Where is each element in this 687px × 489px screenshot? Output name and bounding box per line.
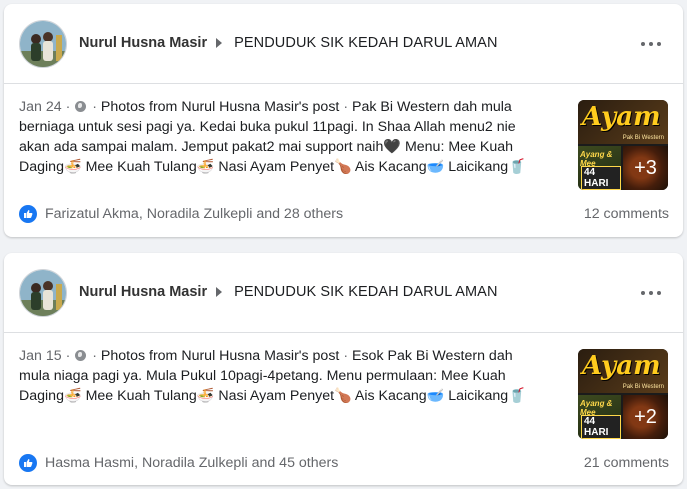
post-card: Nurul Husna Masir PENDUDUK SIK KEDAH DAR… [4, 4, 683, 237]
separator: · [65, 99, 71, 115]
photo-more: +3 [623, 146, 668, 190]
photo-more: +2 [623, 395, 668, 439]
photo-badge-text: 44 HARI [581, 415, 621, 439]
like-icon [19, 205, 37, 223]
post-footer: Hasma Hasmi, Noradila Zulkepli and 45 ot… [19, 451, 669, 475]
more-options-icon[interactable] [641, 34, 661, 54]
photo-secondary: Ayang & Mee 44 HARI [578, 395, 621, 439]
post-header: Nurul Husna Masir PENDUDUK SIK KEDAH DAR… [4, 4, 683, 84]
reactions-summary[interactable]: Hasma Hasmi, Noradila Zulkepli and 45 ot… [19, 454, 338, 472]
photo-tag-text: Pak Bi Western [622, 135, 664, 141]
post-title: Nurul Husna Masir PENDUDUK SIK KEDAH DAR… [79, 35, 498, 51]
reactions-text: Hasma Hasmi, Noradila Zulkepli and 45 ot… [45, 455, 339, 471]
like-icon [19, 454, 37, 472]
comments-count[interactable]: 21 comments [584, 455, 669, 471]
group-name[interactable]: PENDUDUK SIK KEDAH DARUL AMAN [234, 284, 497, 300]
group-name[interactable]: PENDUDUK SIK KEDAH DARUL AMAN [234, 35, 497, 51]
more-options-icon[interactable] [641, 283, 661, 303]
photo-title-text: Ayam [582, 351, 661, 381]
avatar[interactable] [19, 20, 67, 68]
globe-icon [75, 350, 87, 361]
globe-icon [75, 101, 87, 112]
separator: · [65, 348, 71, 364]
post-date[interactable]: Jan 24 [19, 99, 62, 115]
separator: · [92, 348, 97, 364]
post-content[interactable]: Jan 15 · · Photos from Nurul Husna Masir… [19, 346, 534, 406]
post-photo-thumbnail[interactable]: Ayam Pak Bi Western Ayang & Mee 44 HARI … [578, 100, 668, 190]
post-footer: Farizatul Akma, Noradila Zulkepli and 28… [19, 202, 669, 226]
caret-right-icon [216, 287, 223, 297]
author-name[interactable]: Nurul Husna Masir [79, 35, 207, 51]
photo-main: Ayam Pak Bi Western [578, 349, 668, 393]
photo-badge-text: 44 HARI [581, 166, 621, 190]
post-header: Nurul Husna Masir PENDUDUK SIK KEDAH DAR… [4, 253, 683, 333]
separator: · [343, 348, 349, 364]
avatar-image [20, 270, 66, 316]
photo-secondary: Ayang & Mee 44 HARI [578, 146, 621, 190]
more-photos-count: +3 [623, 146, 668, 190]
more-photos-count: +2 [623, 395, 668, 439]
reactions-summary[interactable]: Farizatul Akma, Noradila Zulkepli and 28… [19, 205, 343, 223]
author-name[interactable]: Nurul Husna Masir [79, 284, 207, 300]
comments-count[interactable]: 12 comments [584, 206, 669, 222]
photo-title-text: Ayam [582, 102, 661, 132]
photo-main: Ayam Pak Bi Western [578, 100, 668, 144]
post-title: Nurul Husna Masir PENDUDUK SIK KEDAH DAR… [79, 284, 498, 300]
post-source: Photos from Nurul Husna Masir's post [100, 348, 340, 364]
post-photo-thumbnail[interactable]: Ayam Pak Bi Western Ayang & Mee 44 HARI … [578, 349, 668, 439]
post-source: Photos from Nurul Husna Masir's post [100, 99, 340, 115]
post-content[interactable]: Jan 24 · · Photos from Nurul Husna Masir… [19, 97, 534, 177]
avatar-image [20, 21, 66, 67]
avatar[interactable] [19, 269, 67, 317]
post-card: Nurul Husna Masir PENDUDUK SIK KEDAH DAR… [4, 253, 683, 485]
post-date[interactable]: Jan 15 [19, 348, 62, 364]
separator: · [343, 99, 349, 115]
caret-right-icon [216, 38, 223, 48]
photo-tag-text: Pak Bi Western [622, 384, 664, 390]
reactions-text: Farizatul Akma, Noradila Zulkepli and 28… [45, 206, 344, 222]
separator: · [92, 99, 97, 115]
